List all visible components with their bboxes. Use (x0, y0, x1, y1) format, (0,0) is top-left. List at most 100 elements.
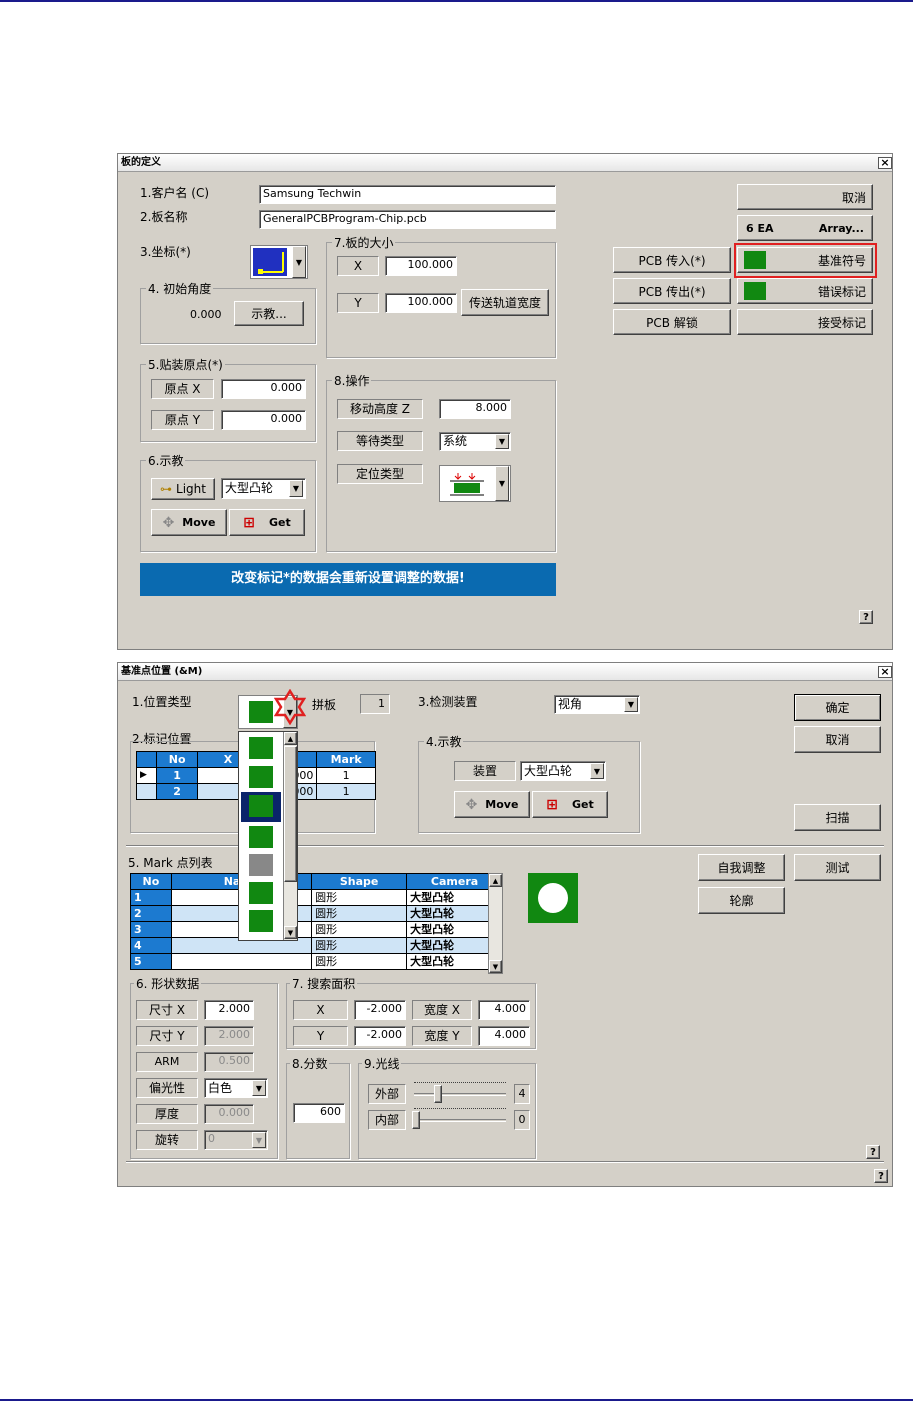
search-y-input[interactable]: -2.000 (354, 1026, 406, 1046)
width-y-input[interactable]: 4.000 (478, 1026, 530, 1046)
table-row[interactable]: 4 圆形 大型凸轮 (131, 938, 503, 954)
init-angle-value: 0.000 (190, 308, 222, 321)
width-x-input[interactable]: 4.000 (478, 1000, 530, 1020)
size-x-input[interactable]: 100.000 (385, 256, 457, 276)
mark-row-no: 2 (156, 784, 199, 800)
teach-group (140, 460, 316, 552)
test-button[interactable]: 测试 (794, 854, 881, 881)
customer-input[interactable]: Samsung Techwin (259, 185, 556, 204)
scroll-up-icon[interactable]: ▲ (489, 874, 502, 887)
table-row[interactable]: 1 圆形 大型凸轮 (131, 890, 503, 906)
pos-type-selector[interactable]: ▼ (439, 465, 511, 502)
list-col-no: No (131, 874, 172, 890)
scroll-up-icon[interactable]: ▲ (284, 732, 297, 745)
chevron-down-icon[interactable]: ▼ (624, 697, 638, 712)
score-input[interactable]: 600 (293, 1103, 345, 1123)
close-icon[interactable]: × (878, 157, 892, 169)
ok-button[interactable]: 确定 (794, 694, 881, 721)
scroll-down-icon[interactable]: ▼ (284, 926, 297, 939)
polarity-label: 偏光性 (136, 1078, 198, 1098)
outer-light-slider[interactable] (412, 1081, 508, 1107)
cancel-button[interactable]: 取消 (794, 726, 881, 753)
mark-row-mark[interactable]: 1 (317, 784, 376, 800)
chevron-down-icon[interactable]: ▼ (590, 763, 604, 779)
help-button[interactable]: ? (866, 1145, 880, 1159)
dialog-title: 板的定义 (121, 157, 161, 168)
cancel-button[interactable]: 取消 (737, 184, 873, 210)
get-button[interactable]: ⊞ Get (229, 509, 305, 536)
mark-option-icon[interactable] (249, 766, 273, 788)
mark-list-scrollbar[interactable]: ▲ ▼ (488, 873, 503, 974)
origin-x-label: 原点 X (151, 379, 214, 399)
arm-label: ARM (136, 1052, 198, 1072)
origin-y-input[interactable]: 0.000 (221, 410, 306, 430)
mark-option-icon[interactable] (249, 882, 273, 904)
size-x-input[interactable]: 2.000 (204, 1000, 254, 1020)
list-row-shape[interactable]: 圆形 (312, 906, 408, 922)
list-row-shape[interactable]: 圆形 (312, 922, 408, 938)
mark-option-selected[interactable] (241, 792, 281, 822)
list-row-shape[interactable]: 圆形 (312, 938, 408, 954)
list-row-shape[interactable]: 圆形 (312, 890, 408, 906)
mark-option-icon[interactable] (249, 854, 273, 876)
slider-thumb[interactable] (412, 1111, 420, 1129)
mark-type-icon (249, 701, 273, 723)
light-button[interactable]: ⊶ Light (151, 478, 215, 500)
mark-option-icon[interactable] (249, 737, 273, 759)
table-row[interactable]: 5 圆形 大型凸轮 (131, 954, 503, 970)
coord-label: 3.坐标(*) (140, 245, 191, 259)
list-row-name[interactable] (171, 954, 313, 970)
warning-text: 改变标记*的数据会重新设置调整的数据! (231, 571, 465, 586)
help-button[interactable]: ? (874, 1169, 888, 1183)
chevron-down-icon[interactable]: ▼ (252, 1080, 266, 1096)
pos-type-dropdown-list[interactable]: ▲ ▼ (238, 731, 298, 941)
get-button[interactable]: ⊞ Get (532, 791, 608, 818)
scroll-down-icon[interactable]: ▼ (489, 960, 502, 973)
list-row-shape[interactable]: 圆形 (312, 954, 408, 970)
chevron-down-icon[interactable]: ▼ (289, 480, 303, 497)
scroll-thumb[interactable] (284, 746, 297, 882)
pcb-unlock-button[interactable]: PCB 解锁 (613, 309, 731, 335)
slider-thumb[interactable] (434, 1085, 442, 1103)
contour-button[interactable]: 轮廓 (698, 887, 785, 914)
teach-button[interactable]: 示教... (234, 301, 304, 326)
table-row[interactable]: 3 圆形 大型凸轮 (131, 922, 503, 938)
rail-width-button[interactable]: 传送轨道宽度 (461, 289, 549, 316)
move-button[interactable]: ✥ Move (151, 509, 227, 536)
board-name-label: 2.板名称 (140, 210, 188, 224)
scan-button[interactable]: 扫描 (794, 804, 881, 831)
size-y-input[interactable]: 100.000 (385, 293, 457, 313)
pcb-out-button[interactable]: PCB 传出(*) (613, 278, 731, 304)
mark-option-icon[interactable] (249, 910, 273, 932)
move-button-label: Move (182, 516, 216, 529)
bottom-divider (126, 1161, 884, 1163)
inner-light-slider[interactable] (412, 1107, 508, 1133)
board-name-input[interactable]: GeneralPCBProgram-Chip.pcb (259, 210, 556, 229)
close-icon[interactable]: × (878, 666, 892, 678)
array-button[interactable]: 6 EA Array... (737, 215, 873, 241)
accept-mark-button[interactable]: 接受标记 (737, 309, 873, 335)
coord-selector[interactable]: ▼ (250, 245, 308, 279)
bad-mark-label: 错误标记 (817, 284, 866, 299)
move-button[interactable]: ✥ Move (454, 791, 530, 818)
chevron-down-icon[interactable]: ▼ (495, 434, 509, 449)
chevron-down-icon[interactable]: ▼ (292, 246, 306, 278)
mark-option-icon[interactable] (249, 826, 273, 848)
help-button[interactable]: ? (859, 610, 873, 624)
mark-row-mark[interactable]: 1 (317, 768, 376, 784)
search-y-label: Y (293, 1026, 348, 1046)
mark-list-title: 5. Mark 点列表 (128, 856, 213, 870)
fiducial-highlight-frame (734, 243, 877, 278)
table-row[interactable]: 2 圆形 大型凸轮 (131, 906, 503, 922)
bad-mark-button[interactable]: 错误标记 (737, 278, 873, 304)
self-adjust-button[interactable]: 自我调整 (698, 854, 785, 881)
move-height-input[interactable]: 8.000 (439, 399, 511, 419)
list-row-no: 5 (131, 954, 172, 970)
chevron-down-icon[interactable]: ▼ (495, 466, 509, 501)
search-x-input[interactable]: -2.000 (354, 1000, 406, 1020)
dropdown-scrollbar[interactable]: ▲ ▼ (283, 732, 297, 940)
customer-label: 1.客户名 (C) (140, 186, 210, 200)
pcb-in-button[interactable]: PCB 传入(*) (613, 247, 731, 273)
origin-x-input[interactable]: 0.000 (221, 379, 306, 399)
inner-value: 0 (514, 1110, 530, 1130)
